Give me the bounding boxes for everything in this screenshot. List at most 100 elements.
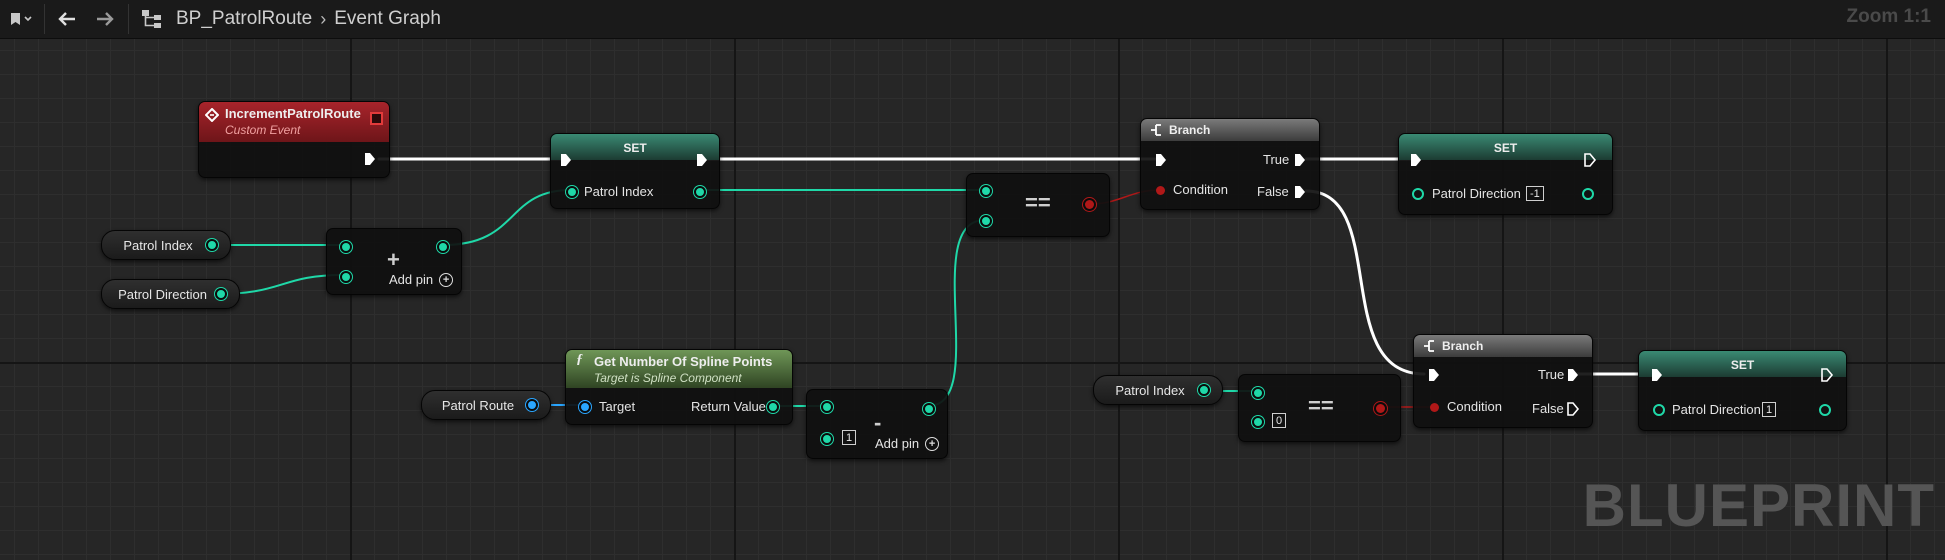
back-button[interactable]	[50, 0, 84, 38]
exec-in-pin[interactable]	[1154, 153, 1168, 167]
event-diamond-icon	[205, 108, 219, 122]
forward-button[interactable]	[88, 0, 122, 38]
bookmark-dropdown-button[interactable]	[4, 0, 38, 38]
data-in-pin[interactable]	[1252, 416, 1264, 428]
data-in-pin[interactable]	[821, 433, 833, 445]
get-patrol-index-node[interactable]: Patrol Index	[1093, 375, 1223, 405]
return-value-pin[interactable]	[767, 401, 779, 413]
data-in-pin[interactable]	[566, 186, 578, 198]
data-out-pin[interactable]	[1198, 384, 1210, 396]
node-title: SET	[1730, 358, 1755, 372]
add-pin-button[interactable]: Add pin +	[875, 436, 940, 451]
data-out-pin[interactable]	[923, 403, 935, 415]
data-out-pin[interactable]	[526, 399, 538, 411]
value-input[interactable]: 1	[842, 430, 857, 445]
branch-node[interactable]: Branch True Condition False	[1140, 118, 1320, 210]
data-in-pin[interactable]	[1653, 404, 1665, 416]
exec-out-outline-pin[interactable]	[1820, 368, 1834, 382]
data-in-pin[interactable]	[980, 215, 992, 227]
equal-operator: ==	[1025, 190, 1051, 215]
node-title: IncrementPatrolRoute	[225, 106, 361, 121]
subtract-node[interactable]: 1 - Add pin +	[806, 389, 948, 459]
node-title: Branch	[1442, 339, 1484, 353]
data-in-pin[interactable]	[1252, 387, 1264, 399]
toolbar-divider	[128, 4, 129, 34]
exec-in-pin[interactable]	[559, 153, 573, 167]
plus-circle-icon: +	[439, 272, 454, 287]
set-patrol-direction-node[interactable]: SET Patrol Direction 1	[1638, 350, 1847, 431]
data-out-pin[interactable]	[1582, 188, 1594, 200]
data-out-pin[interactable]	[694, 186, 706, 198]
arrow-right-icon	[97, 12, 114, 26]
data-in-pin[interactable]	[821, 401, 833, 413]
pin-label: Patrol Index	[584, 184, 654, 199]
branch-icon	[1151, 124, 1161, 136]
chevron-right-icon: ›	[320, 8, 327, 29]
condition-pin[interactable]	[1430, 403, 1439, 412]
data-in-pin[interactable]	[340, 241, 352, 253]
exec-out-pin[interactable]	[1293, 153, 1307, 167]
false-label: False	[1532, 401, 1564, 416]
value-input[interactable]: -1	[1526, 186, 1544, 201]
custom-event-node[interactable]: IncrementPatrolRoute Custom Event	[198, 101, 390, 178]
node-header	[1414, 335, 1592, 357]
node-title: SET	[1493, 141, 1518, 155]
equal-node[interactable]: 0 ==	[1238, 374, 1401, 442]
node-subtitle: Target is Spline Component	[594, 371, 742, 385]
node-title: Branch	[1169, 123, 1211, 137]
exec-in-pin[interactable]	[1409, 153, 1423, 167]
condition-label: Condition	[1447, 399, 1502, 414]
set-patrol-direction-node[interactable]: SET Patrol Direction -1	[1398, 133, 1613, 215]
top-toolbar: BP_PatrolRoute › Event Graph Zoom 1:1	[0, 0, 1945, 39]
node-label: Patrol Index	[1115, 382, 1185, 398]
exec-out-pin[interactable]	[363, 152, 377, 166]
value-input[interactable]: 0	[1272, 413, 1287, 428]
plus-circle-icon: +	[925, 436, 940, 451]
get-patrol-route-node[interactable]: Patrol Route	[421, 390, 551, 420]
add-operator: +	[387, 247, 400, 272]
pin-label: Patrol Direction	[1432, 186, 1521, 201]
graph-tree-button[interactable]	[136, 0, 168, 38]
exec-out-pin[interactable]	[1293, 185, 1307, 199]
data-in-pin[interactable]	[1412, 188, 1424, 200]
set-patrol-index-node[interactable]: SET Patrol Index	[550, 133, 720, 209]
node-label: Patrol Route	[441, 397, 515, 413]
equal-node[interactable]: ==	[966, 173, 1110, 237]
exec-in-pin[interactable]	[1650, 368, 1664, 382]
target-pin[interactable]	[579, 401, 591, 413]
exec-out-pin[interactable]	[1566, 368, 1580, 382]
blueprint-watermark: BLUEPRINT	[1582, 472, 1935, 539]
pin-label: Return Value	[691, 399, 766, 414]
exec-out-pin[interactable]	[695, 153, 709, 167]
breadcrumb-graph[interactable]: Event Graph	[334, 8, 441, 30]
add-pin-button[interactable]: Add pin +	[389, 272, 454, 287]
add-node[interactable]: + Add pin +	[326, 228, 462, 295]
arrow-left-icon	[58, 12, 75, 26]
node-label: Patrol Direction	[118, 286, 207, 302]
function-icon: ƒ	[576, 352, 583, 367]
bool-out-pin[interactable]	[1376, 404, 1385, 413]
get-number-of-spline-points-node[interactable]: ƒ Get Number Of Spline Points Target is …	[565, 349, 793, 425]
data-out-pin[interactable]	[215, 288, 227, 300]
exec-out-outline-pin[interactable]	[1583, 153, 1597, 167]
get-patrol-index-node[interactable]: Patrol Index	[101, 230, 231, 260]
condition-pin[interactable]	[1156, 186, 1165, 195]
delegate-pin[interactable]	[370, 112, 383, 125]
pin-label: Target	[599, 399, 636, 414]
bookmark-icon	[11, 13, 32, 25]
bool-out-pin[interactable]	[1085, 200, 1094, 209]
data-out-pin[interactable]	[1819, 404, 1831, 416]
exec-in-pin[interactable]	[1427, 368, 1441, 382]
value-input[interactable]: 1	[1762, 402, 1777, 417]
get-patrol-direction-node[interactable]: Patrol Direction	[101, 279, 240, 309]
branch-node[interactable]: Branch True Condition False	[1413, 334, 1593, 428]
exec-out-outline-pin[interactable]	[1566, 402, 1580, 416]
data-out-pin[interactable]	[206, 239, 218, 251]
toolbar-divider	[44, 4, 45, 34]
data-out-pin[interactable]	[437, 241, 449, 253]
breadcrumb-blueprint[interactable]: BP_PatrolRoute	[176, 8, 312, 30]
data-in-pin[interactable]	[980, 185, 992, 197]
data-in-pin[interactable]	[340, 271, 352, 283]
true-label: True	[1538, 367, 1565, 382]
node-subtitle: Custom Event	[225, 123, 301, 137]
